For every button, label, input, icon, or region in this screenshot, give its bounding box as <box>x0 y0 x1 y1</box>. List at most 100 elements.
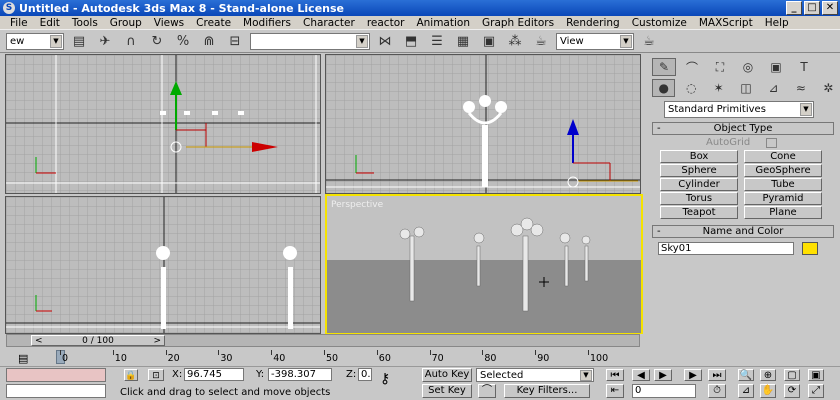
mirror-icon[interactable]: ⋈ <box>374 31 396 51</box>
menu-group[interactable]: Group <box>104 17 148 29</box>
menu-character[interactable]: Character <box>297 17 361 29</box>
hierarchy-tab-icon[interactable]: ⛶ <box>708 58 732 76</box>
teapot-button[interactable]: Teapot <box>660 206 738 219</box>
create-tab-icon[interactable]: ✎ <box>652 58 676 76</box>
autogrid-checkbox[interactable] <box>766 137 778 148</box>
select-by-name-icon[interactable]: ▤ <box>68 31 90 51</box>
curve-editor-icon[interactable]: ▣ <box>478 31 500 51</box>
run-figure-icon[interactable]: ✈ <box>94 31 116 51</box>
lock-selection-icon[interactable]: 🔒 <box>124 369 138 381</box>
viewport-front[interactable] <box>325 54 641 194</box>
close-button[interactable]: ✕ <box>822 1 838 15</box>
object-type-rollout[interactable]: - Object Type <box>652 122 834 135</box>
selection-filter-dropdown[interactable]: ew ▼ <box>6 32 64 50</box>
arc-rotate-icon[interactable]: ⟳ <box>784 384 800 398</box>
cylinder-button[interactable]: Cylinder <box>660 178 738 191</box>
zoom-icon[interactable]: 🔍 <box>738 369 754 381</box>
default-in-out-tangent-icon[interactable]: ⌒ <box>478 384 496 398</box>
lights-icon[interactable]: ✶ <box>707 79 730 97</box>
go-to-end-icon[interactable]: ⏭ <box>708 369 726 381</box>
shapes-icon[interactable]: ◌ <box>679 79 702 97</box>
menu-rendering[interactable]: Rendering <box>560 17 626 29</box>
torus-button[interactable]: Torus <box>660 192 738 205</box>
spacewarps-icon[interactable]: ≈ <box>789 79 812 97</box>
motion-tab-icon[interactable]: ◎ <box>736 58 760 76</box>
object-color-swatch[interactable] <box>802 242 818 255</box>
schematic-view-icon[interactable]: ▦ <box>452 31 474 51</box>
menu-customize[interactable]: Customize <box>626 17 693 29</box>
cameras-icon[interactable]: ◫ <box>734 79 757 97</box>
select-link-icon[interactable]: ∩ <box>120 31 142 51</box>
modify-tab-icon[interactable]: ⌒ <box>680 58 704 76</box>
menu-graph-editors[interactable]: Graph Editors <box>476 17 560 29</box>
menu-edit[interactable]: Edit <box>34 17 66 29</box>
absolute-mode-icon[interactable]: ⊡ <box>148 369 164 381</box>
track-ruler[interactable]: ▤ 0 10 20 30 40 50 60 70 80 90 100 <box>0 350 646 366</box>
pyramid-button[interactable]: Pyramid <box>744 192 822 205</box>
menu-file[interactable]: File <box>4 17 34 29</box>
viewport-perspective[interactable]: Perspective <box>325 194 643 335</box>
maxscript-listener-white[interactable] <box>6 384 106 398</box>
snap-magnet-icon[interactable]: ⋒ <box>198 31 220 51</box>
menu-maxscript[interactable]: MAXScript <box>693 17 759 29</box>
systems-icon[interactable]: ✲ <box>817 79 840 97</box>
zoom-extents-all-icon[interactable]: ▣ <box>808 369 824 381</box>
render-teapot-icon[interactable]: ☕ <box>530 31 552 51</box>
key-filters-button[interactable]: Key Filters... <box>504 384 590 398</box>
geosphere-button[interactable]: GeoSphere <box>744 164 822 177</box>
select-scale-icon[interactable]: % <box>172 31 194 51</box>
align-icon[interactable]: ⬒ <box>400 31 422 51</box>
zoom-all-icon[interactable]: ⊕ <box>760 369 776 381</box>
field-of-view-icon[interactable]: ⊿ <box>738 384 754 398</box>
primitive-type-dropdown[interactable]: Standard Primitives ▼ <box>664 101 814 118</box>
cone-button[interactable]: Cone <box>744 150 822 163</box>
named-selection-dropdown[interactable]: ▼ <box>250 32 370 50</box>
material-editor-icon[interactable]: ⁂ <box>504 31 526 51</box>
auto-key-button[interactable]: Auto Key <box>422 368 472 382</box>
layer-manager-icon[interactable]: ☰ <box>426 31 448 51</box>
maximize-button[interactable]: □ <box>804 1 820 15</box>
menu-create[interactable]: Create <box>190 17 237 29</box>
name-color-rollout[interactable]: - Name and Color <box>652 225 834 238</box>
play-icon[interactable]: ▶ <box>654 369 672 381</box>
key-mode-dropdown[interactable]: Selected ▼ <box>476 368 594 382</box>
sphere-button[interactable]: Sphere <box>660 164 738 177</box>
minimize-button[interactable]: _ <box>786 1 802 15</box>
open-mini-curve-icon[interactable]: ▤ <box>18 352 28 365</box>
y-coordinate-field[interactable]: -398.307 <box>268 368 332 381</box>
utilities-tab-icon[interactable]: T <box>792 58 816 76</box>
time-config-icon[interactable]: ⏱ <box>708 384 726 398</box>
menu-reactor[interactable]: reactor <box>361 17 411 29</box>
key-mode-toggle-icon[interactable]: ⇤ <box>606 384 624 398</box>
helpers-icon[interactable]: ⊿ <box>762 79 785 97</box>
object-name-input[interactable]: Sky01 <box>658 242 794 255</box>
menu-help[interactable]: Help <box>759 17 795 29</box>
maxscript-listener-pink[interactable] <box>6 368 106 382</box>
set-key-button[interactable]: Set Key <box>422 384 472 398</box>
viewport-top[interactable] <box>5 54 321 194</box>
menu-animation[interactable]: Animation <box>410 17 476 29</box>
x-coordinate-field[interactable]: 96.745 <box>184 368 244 381</box>
geometry-icon[interactable]: ● <box>652 79 676 97</box>
time-slider-track[interactable]: < 0 / 100 > <box>6 334 640 347</box>
edit-named-selection-icon[interactable]: ⊟ <box>224 31 246 51</box>
menu-views[interactable]: Views <box>148 17 190 29</box>
view-dropdown[interactable]: View ▼ <box>556 32 634 50</box>
pan-hand-icon[interactable]: ✋ <box>760 384 776 398</box>
z-coordinate-field[interactable]: 0. <box>358 368 372 381</box>
viewport-left[interactable] <box>5 196 321 334</box>
menu-tools[interactable]: Tools <box>66 17 104 29</box>
box-button[interactable]: Box <box>660 150 738 163</box>
maximize-viewport-icon[interactable]: ⤢ <box>808 384 824 398</box>
menu-modifiers[interactable]: Modifiers <box>237 17 297 29</box>
plane-button[interactable]: Plane <box>744 206 822 219</box>
quick-render-icon[interactable]: ☕ <box>638 31 660 51</box>
current-frame-field[interactable]: 0 <box>632 384 696 398</box>
time-slider-handle[interactable]: < 0 / 100 > <box>31 335 165 346</box>
previous-frame-icon[interactable]: ◀ <box>632 369 650 381</box>
tube-button[interactable]: Tube <box>744 178 822 191</box>
select-rotate-icon[interactable]: ↻ <box>146 31 168 51</box>
display-tab-icon[interactable]: ▣ <box>764 58 788 76</box>
go-to-start-icon[interactable]: ⏮ <box>606 369 624 381</box>
zoom-extents-icon[interactable]: ▢ <box>784 369 800 381</box>
